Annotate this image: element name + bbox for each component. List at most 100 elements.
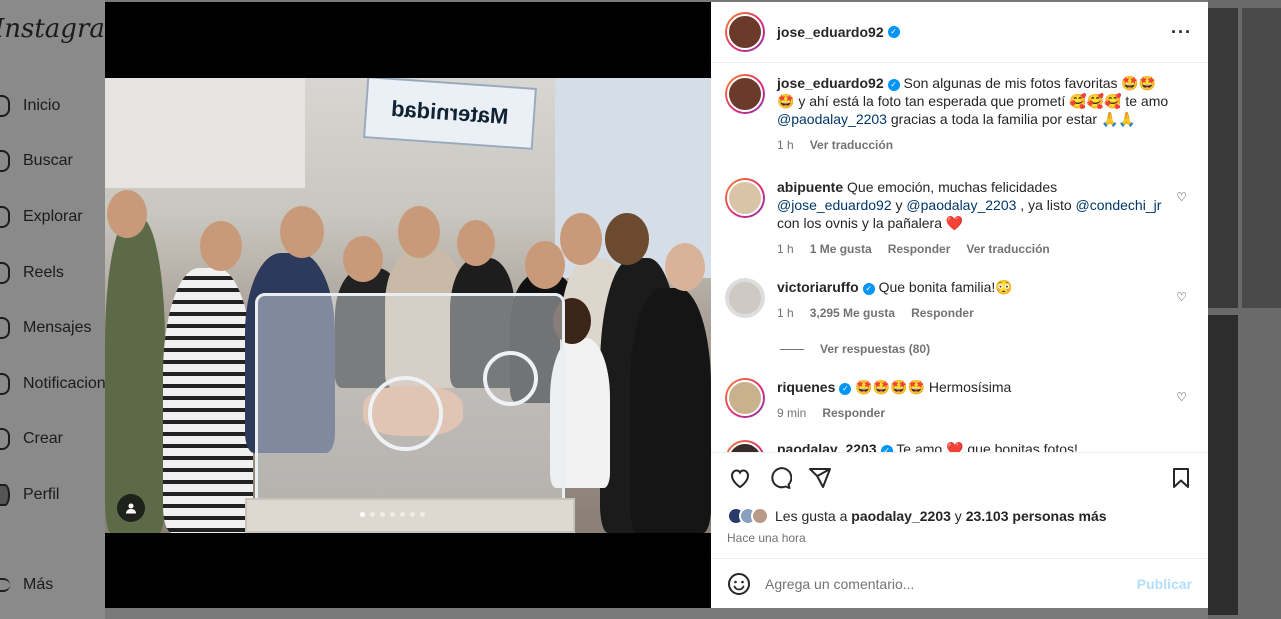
sidebar-item-inicio[interactable]: Inicio <box>0 94 60 118</box>
see-translation-button[interactable]: Ver traducción <box>966 240 1049 258</box>
likes-summary: Les gusta a paodalay_2203 y 23.103 perso… <box>727 507 1194 525</box>
tagged-users-button[interactable] <box>117 494 145 522</box>
carousel-dot[interactable] <box>370 512 375 517</box>
sidebar-item-perfil[interactable]: Perfil <box>0 483 59 507</box>
porthole <box>483 351 538 406</box>
likes-username[interactable]: paodalay_2203 <box>851 508 951 524</box>
verified-badge-icon: ✓ <box>880 445 893 452</box>
like-comment-heart-icon[interactable]: ♡ <box>1176 390 1187 404</box>
sidebar-item-label: Reels <box>23 264 64 281</box>
carousel-dot[interactable] <box>390 512 395 517</box>
likes-prefix: Les gusta a <box>775 508 852 524</box>
comment-username[interactable]: abipuente <box>777 179 843 195</box>
verified-badge-icon: ✓ <box>887 26 900 38</box>
comment-text-part: Te amo ❤️ que bonitas fotos! <box>896 441 1078 452</box>
heart-icon <box>730 469 750 489</box>
divider-line <box>780 348 804 350</box>
comment-username[interactable]: victoriaruffo <box>777 279 859 295</box>
commenter-avatar[interactable] <box>725 440 765 452</box>
emoji-icon[interactable] <box>727 572 751 596</box>
reply-button[interactable]: Responder <box>822 404 885 422</box>
caption-text-part: gracias a toda la familia por estar 🙏🙏 <box>886 111 1136 127</box>
author-username[interactable]: jose_eduardo92 <box>777 24 884 40</box>
comment-time[interactable]: 9 min <box>777 404 806 422</box>
post-photo[interactable]: Maternidad <box>105 78 711 533</box>
person-head <box>560 213 602 265</box>
commenter-avatar[interactable] <box>725 178 765 218</box>
plus-icon <box>0 428 10 450</box>
comment-time[interactable]: 1 h <box>777 240 794 258</box>
carousel-dot[interactable] <box>410 512 415 517</box>
heart-icon <box>0 373 10 395</box>
comment-text-part: , ya listo <box>1016 197 1076 213</box>
comment-text-part: Que emoción, muchas felicidades <box>847 179 1058 195</box>
search-icon <box>0 150 10 172</box>
comment-form: Publicar <box>711 558 1208 608</box>
comment-likes[interactable]: 1 Me gusta <box>810 240 872 258</box>
post-time[interactable]: Hace una hora <box>727 531 1194 545</box>
send-icon <box>809 468 831 488</box>
sidebar-item-label: Inicio <box>23 97 61 114</box>
sidebar-item-label: Explorar <box>23 208 83 225</box>
comment-text-part: y <box>891 197 907 213</box>
comment-time[interactable]: 1 h <box>777 304 794 322</box>
publish-button[interactable]: Publicar <box>1137 576 1192 592</box>
mention-link[interactable]: @jose_eduardo92 <box>777 197 892 213</box>
reply-button[interactable]: Responder <box>911 304 974 322</box>
carousel-dot[interactable] <box>420 512 425 517</box>
share-button[interactable] <box>807 465 833 491</box>
commenter-avatar[interactable] <box>725 378 765 418</box>
caption-text: jose_eduardo92 ✓ Son algunas de mis fotos… <box>777 74 1172 128</box>
post-caption: jose_eduardo92 ✓ Son algunas de mis fotos… <box>725 74 1195 154</box>
comment-text-part: 🤩🤩🤩🤩 Hermosísima <box>855 379 1012 395</box>
comment-likes[interactable]: 3,295 Me gusta <box>810 304 895 322</box>
caption-time[interactable]: 1 h <box>777 136 794 154</box>
comment-text: abipuente Que emoción, muchas felicidade… <box>777 178 1172 232</box>
reply-button[interactable]: Responder <box>888 240 951 258</box>
bookmark-icon <box>1173 468 1189 488</box>
sidebar-item-mas[interactable]: Más <box>0 573 53 597</box>
more-options-button[interactable]: ··· <box>1171 22 1192 43</box>
mention-link[interactable]: @condechi_jr <box>1076 197 1162 213</box>
comment-button[interactable] <box>767 465 793 491</box>
mention-link[interactable]: @paodalay_2203 <box>906 197 1016 213</box>
post-media: Maternidad <box>105 2 711 608</box>
sidebar-item-notificaciones[interactable]: Notificaciones <box>0 372 105 396</box>
liker-avatar <box>751 507 769 525</box>
post-actions: Les gusta a paodalay_2203 y 23.103 perso… <box>711 452 1208 545</box>
like-comment-heart-icon[interactable]: ♡ <box>1176 290 1187 304</box>
commenter-avatar[interactable] <box>725 278 765 318</box>
author-avatar[interactable] <box>725 12 765 52</box>
like-comment-heart-icon[interactable]: ♡ <box>1176 190 1187 204</box>
likes-count[interactable]: 23.103 personas más <box>966 508 1107 524</box>
reels-icon <box>0 262 10 284</box>
sidebar-item-explorar[interactable]: Explorar <box>0 205 83 229</box>
sidebar-item-label: Notificaciones <box>23 375 105 392</box>
messenger-icon <box>0 317 10 339</box>
comment-input[interactable] <box>765 575 1137 592</box>
author-avatar[interactable] <box>725 74 765 114</box>
carousel-dot[interactable] <box>400 512 405 517</box>
sidebar-item-crear[interactable]: Crear <box>0 427 63 451</box>
instagram-logo[interactable]: Instagram <box>0 14 105 44</box>
sidebar-item-reels[interactable]: Reels <box>0 261 64 285</box>
like-button[interactable] <box>727 465 753 491</box>
sign-text: Maternidad <box>390 95 510 130</box>
mention-link[interactable]: @paodalay_2203 <box>777 111 887 127</box>
comment-username[interactable]: riquenes <box>777 379 835 395</box>
comment: riquenes ✓ 🤩🤩🤩🤩 Hermosísima 9 min Responde… <box>725 378 1195 422</box>
caption-username[interactable]: jose_eduardo92 <box>777 75 884 91</box>
person <box>163 268 253 533</box>
carousel-dot[interactable] <box>360 512 365 517</box>
compass-icon <box>0 206 10 228</box>
carousel-dot[interactable] <box>380 512 385 517</box>
see-translation-button[interactable]: Ver traducción <box>810 136 893 154</box>
comment-username[interactable]: paodalay_2203 <box>777 441 877 452</box>
view-replies-button[interactable]: Ver respuestas (80) <box>780 342 930 356</box>
save-button[interactable] <box>1168 465 1194 491</box>
feed-background <box>1208 0 1281 619</box>
person-head <box>280 206 324 258</box>
sidebar-item-buscar[interactable]: Buscar <box>0 149 73 173</box>
sidebar-item-mensajes[interactable]: Mensajes <box>0 316 91 340</box>
person-head <box>457 220 495 266</box>
